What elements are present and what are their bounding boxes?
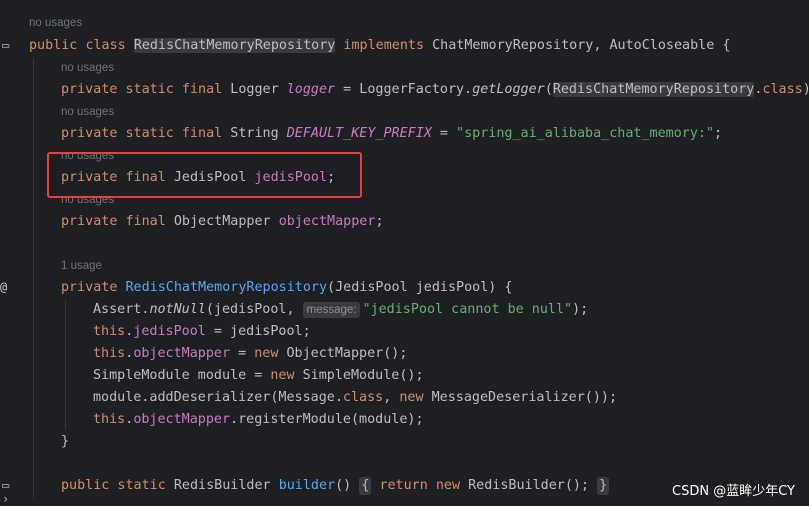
assign-jedispool-line[interactable]: this.jedisPool = jedisPool; bbox=[93, 323, 311, 341]
method-call: getLogger bbox=[472, 82, 545, 97]
string-literal: "spring_ai_alibaba_chat_memory:" bbox=[456, 126, 715, 141]
usage-hint[interactable]: 1 usage bbox=[61, 260, 102, 272]
method-name: builder bbox=[278, 478, 336, 493]
keyword: this bbox=[93, 346, 126, 361]
keyword: public bbox=[29, 38, 78, 53]
method-fold-icon[interactable]: ▭ › bbox=[2, 478, 22, 506]
field-name: DEFAULT_KEY_PREFIX bbox=[286, 126, 432, 141]
field-ref: objectMapper bbox=[133, 346, 231, 361]
usage-hint[interactable]: no usages bbox=[61, 62, 114, 74]
keyword: new bbox=[399, 390, 424, 405]
modifiers: private static final bbox=[61, 82, 223, 97]
deserializer-line[interactable]: module.addDeserializer(Message.class, ne… bbox=[93, 389, 617, 407]
assign: = bbox=[431, 126, 457, 141]
field-type: ObjectMapper bbox=[165, 214, 279, 229]
semicolon: ; bbox=[714, 126, 723, 141]
rest: MessageDeserializer()); bbox=[423, 390, 618, 405]
keyword: implements bbox=[343, 38, 425, 53]
close-brace: } bbox=[61, 434, 70, 449]
keyword: class bbox=[85, 38, 126, 53]
keyword: this bbox=[93, 324, 126, 339]
class-interfaces: ChatMemoryRepository, AutoCloseable { bbox=[424, 38, 731, 53]
prefix-field-line[interactable]: private static final String DEFAULT_KEY_… bbox=[61, 125, 722, 143]
keyword: new bbox=[435, 478, 461, 493]
constructor-line[interactable]: private RedisChatMemoryRepository(JedisP… bbox=[61, 279, 512, 297]
builder-method-line[interactable]: public static RedisBuilder builder() { r… bbox=[61, 477, 610, 495]
constructor-name: RedisChatMemoryRepository bbox=[125, 280, 328, 295]
rest: .registerModule(module); bbox=[230, 412, 424, 427]
field-name: logger bbox=[286, 82, 336, 97]
module-line[interactable]: SimpleModule module = new SimpleModule()… bbox=[93, 367, 424, 385]
keyword: new bbox=[270, 368, 295, 383]
logger-field-line[interactable]: private static final Logger logger = Log… bbox=[61, 81, 809, 99]
keyword: private bbox=[61, 280, 118, 295]
class-ref: RedisChatMemoryRepository bbox=[552, 82, 755, 97]
semicolon: ; bbox=[375, 214, 384, 229]
rest: SimpleModule(); bbox=[294, 368, 424, 383]
register-module-line[interactable]: this.objectMapper.registerModule(module)… bbox=[93, 411, 424, 429]
field-type: String bbox=[222, 126, 287, 141]
paren: () bbox=[335, 478, 360, 493]
keyword: this bbox=[93, 412, 126, 427]
assign-objectmapper-line[interactable]: this.objectMapper = new ObjectMapper(); bbox=[93, 345, 407, 363]
modifiers: private final bbox=[61, 214, 166, 229]
watermark: CSDN @蓝眸少年CY bbox=[672, 484, 795, 499]
keyword: new bbox=[254, 346, 279, 361]
keyword: class bbox=[342, 390, 384, 405]
field-ref: jedisPool bbox=[133, 324, 206, 339]
folded-brace-close[interactable]: } bbox=[597, 477, 610, 495]
class-structure-icon[interactable]: ▭ bbox=[2, 38, 9, 52]
keyword: class bbox=[762, 82, 803, 97]
field-ref: objectMapper bbox=[133, 412, 231, 427]
close: ); bbox=[803, 82, 809, 97]
field-type: Logger bbox=[222, 82, 287, 97]
keyword: return bbox=[379, 478, 428, 493]
rest: = jedisPool; bbox=[205, 324, 311, 339]
indent-guide bbox=[33, 58, 34, 498]
args: (jedisPool, bbox=[205, 302, 303, 317]
field-name: objectMapper bbox=[278, 214, 376, 229]
editor-gutter: ▭ @ ▭ › bbox=[0, 0, 22, 506]
usage-hint[interactable]: no usages bbox=[29, 17, 82, 29]
annotation-icon[interactable]: @ bbox=[0, 280, 7, 294]
parameter-hint: message: bbox=[302, 302, 361, 318]
assign: = LoggerFactory. bbox=[335, 82, 473, 97]
objectmapper-field-line[interactable]: private final ObjectMapper objectMapper; bbox=[61, 213, 384, 231]
string-literal: "jedisPool cannot be null" bbox=[362, 302, 573, 317]
closing-brace-line[interactable]: } bbox=[61, 433, 69, 451]
close: ); bbox=[572, 302, 589, 317]
call: module.addDeserializer(Message. bbox=[93, 390, 343, 405]
class-name: RedisChatMemoryRepository bbox=[133, 38, 336, 53]
sep: , bbox=[383, 390, 400, 405]
rest: RedisBuilder(); bbox=[460, 478, 598, 493]
usage-hint[interactable]: no usages bbox=[61, 106, 114, 118]
assert-line[interactable]: Assert.notNull(jedisPool, message: "jedis… bbox=[93, 301, 588, 319]
indent-guide-inner bbox=[65, 300, 66, 430]
decl: SimpleModule module = bbox=[93, 368, 271, 383]
code-editor[interactable]: ▭ @ ▭ › no usages no usages no usages no… bbox=[0, 0, 809, 506]
paren: ( bbox=[544, 82, 553, 97]
class-declaration-line[interactable]: public class RedisChatMemoryRepository i… bbox=[29, 37, 730, 55]
folded-brace-open[interactable]: { bbox=[359, 477, 372, 495]
assign: = bbox=[230, 346, 255, 361]
rest: ObjectMapper(); bbox=[278, 346, 408, 361]
return-type: RedisBuilder bbox=[165, 478, 279, 493]
modifiers: private static final bbox=[61, 126, 223, 141]
modifiers: public static bbox=[61, 478, 166, 493]
method-call: notNull bbox=[149, 302, 206, 317]
assert-class: Assert. bbox=[93, 302, 150, 317]
highlight-annotation-box bbox=[47, 152, 362, 198]
params: (JedisPool jedisPool) { bbox=[327, 280, 513, 295]
